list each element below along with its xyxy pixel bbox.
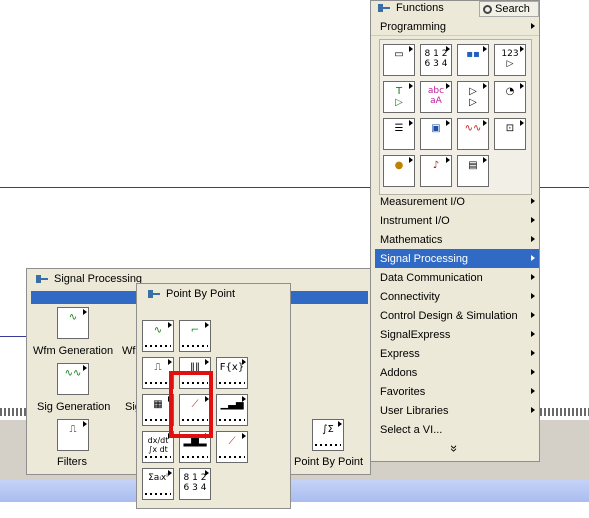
functions-palette: Functions Search Programming ▭ 8 1 26 3 … xyxy=(370,0,540,462)
point-by-point-icon[interactable]: ∫Σ xyxy=(312,419,344,451)
functions-title: Functions xyxy=(396,2,444,14)
pbp-interpolation-icon[interactable]: ⟋ xyxy=(216,431,248,463)
pbp-icon-grid: ∿ ⌐ ⎍ ‖‖ F{x} ▦ ⟋ ▁▃▅ dx/dt ∫x dt ▂▆▂ ⟋ Σ… xyxy=(142,312,287,507)
submenu-arrow-icon xyxy=(531,331,535,337)
menu-item[interactable]: Select a VI... xyxy=(375,420,539,439)
menu-item[interactable]: Measurement I/O xyxy=(375,192,539,211)
menu-item[interactable]: Data Communication xyxy=(375,268,539,287)
menu-item-label: SignalExpress xyxy=(380,328,451,341)
canvas-wire-right xyxy=(539,187,589,188)
dialog-icon[interactable]: ☰ xyxy=(383,118,415,150)
menu-item[interactable]: Addons xyxy=(375,363,539,382)
sig-generation-label: Sig Generation xyxy=(37,401,111,413)
search-button[interactable]: Search xyxy=(479,1,539,17)
menu-item-label: Express xyxy=(380,347,420,360)
menu-item-label: Instrument I/O xyxy=(380,214,450,227)
menu-item-label: Control Design & Simulation xyxy=(380,309,518,322)
point-by-point-title-bar[interactable]: Point By Point xyxy=(147,288,235,300)
pbp-sig-gen-icon[interactable]: ∿ xyxy=(142,320,174,352)
pbp-array-icon[interactable]: 8 1 26 3 4 xyxy=(179,468,211,500)
report-icon[interactable]: ▤ xyxy=(457,155,489,187)
boolean-icon[interactable]: T ▷ xyxy=(383,81,415,113)
pbp-transforms-icon[interactable]: F{x} xyxy=(216,357,248,389)
menu-item-label: Data Communication xyxy=(380,271,483,284)
submenu-arrow-icon xyxy=(531,217,535,223)
submenu-arrow-icon xyxy=(531,274,535,280)
search-label: Search xyxy=(495,3,530,15)
submenu-arrow-icon xyxy=(531,407,535,413)
app-control-icon[interactable]: ⊡ xyxy=(494,118,526,150)
menu-item-label: Signal Processing xyxy=(380,252,469,265)
menu-item-label: Select a VI... xyxy=(380,423,443,436)
menu-item[interactable]: Control Design & Simulation xyxy=(375,306,539,325)
submenu-arrow-icon xyxy=(531,350,535,356)
pbp-conditioning-icon[interactable]: ⌐ xyxy=(179,320,211,352)
menu-item[interactable]: Instrument I/O xyxy=(375,211,539,230)
menu-item[interactable]: Favorites xyxy=(375,382,539,401)
filters-icon[interactable]: ⎍ xyxy=(57,419,89,451)
comparison-icon[interactable]: ▷ ▷ xyxy=(457,81,489,113)
filters-label: Filters xyxy=(57,456,87,468)
menu-item[interactable]: SignalExpress xyxy=(375,325,539,344)
signal-processing-title-bar[interactable]: Signal Processing xyxy=(35,273,142,285)
cluster-icon[interactable]: ▪▪ xyxy=(457,44,489,76)
programming-label: Programming xyxy=(380,20,447,33)
menu-item-label: Connectivity xyxy=(380,290,440,303)
submenu-arrow-icon xyxy=(531,312,535,318)
numeric-icon[interactable]: 123 ▷ xyxy=(494,44,526,76)
menu-item-label: Addons xyxy=(380,366,418,379)
canvas-wire-top xyxy=(0,187,374,188)
magnifier-icon xyxy=(483,4,492,14)
selection-highlight xyxy=(169,371,213,438)
pbp-polynomial-icon[interactable]: Σaᵢxⁱ xyxy=(142,468,174,500)
submenu-arrow-icon xyxy=(531,369,535,375)
menu-item-label: User Libraries xyxy=(380,404,449,417)
submenu-arrow-icon xyxy=(531,293,535,299)
menu-item[interactable]: Express xyxy=(375,344,539,363)
programming-arrow-icon xyxy=(531,23,535,29)
canvas-wire-mid xyxy=(0,336,26,337)
menu-item-label: Favorites xyxy=(380,385,426,398)
canvas-scrollbar-band[interactable] xyxy=(0,480,589,502)
programming-header[interactable]: Programming xyxy=(371,18,539,36)
menu-item[interactable]: Connectivity xyxy=(375,287,539,306)
pin-icon[interactable] xyxy=(377,2,391,14)
timing-icon[interactable]: ◔ xyxy=(494,81,526,113)
waveform-icon[interactable]: ∿∿ xyxy=(457,118,489,150)
wfm-generation-label: Wfm Generation xyxy=(33,345,114,357)
menu-item[interactable]: Mathematics xyxy=(375,230,539,249)
signal-processing-title: Signal Processing xyxy=(54,273,143,285)
submenu-arrow-icon xyxy=(531,198,535,204)
array-icon[interactable]: 8 1 26 3 4 xyxy=(420,44,452,76)
menu-item[interactable]: User Libraries xyxy=(375,401,539,420)
more-chevron[interactable]: » xyxy=(447,445,462,452)
menu-item-label: Measurement I/O xyxy=(380,195,465,208)
file-io-icon[interactable]: ▣ xyxy=(420,118,452,150)
canvas-bottom-band xyxy=(0,502,589,518)
point-by-point-label: Point By Point xyxy=(294,456,364,468)
pin-icon[interactable] xyxy=(147,288,161,300)
menu-item[interactable]: Signal Processing xyxy=(375,249,539,268)
pin-icon[interactable] xyxy=(35,273,49,285)
submenu-arrow-icon xyxy=(531,388,535,394)
graphics-sound-icon[interactable]: ♪ xyxy=(420,155,452,187)
wf-label: Wf xyxy=(122,345,136,357)
pbp-probability-icon[interactable]: ▁▃▅ xyxy=(216,394,248,426)
submenu-arrow-icon xyxy=(531,236,535,242)
menu-item-label: Mathematics xyxy=(380,233,443,246)
sync-icon[interactable]: ● xyxy=(383,155,415,187)
functions-title-bar[interactable]: Functions xyxy=(377,2,444,14)
signal-generation-icon[interactable]: ∿∿ xyxy=(57,363,89,395)
structures-icon[interactable]: ▭ xyxy=(383,44,415,76)
waveform-generation-icon[interactable]: ∿ xyxy=(57,307,89,339)
point-by-point-palette: Point By Point ∿ ⌐ ⎍ ‖‖ F{x} ▦ ⟋ ▁▃▅ dx/… xyxy=(136,283,291,509)
string-icon[interactable]: abc aA xyxy=(420,81,452,113)
point-by-point-title: Point By Point xyxy=(166,288,236,300)
submenu-arrow-icon xyxy=(531,255,535,261)
programming-icon-grid: ▭ 8 1 26 3 4 ▪▪ 123 ▷ T ▷ abc aA ▷ ▷ ◔ ☰ ▣ ∿… xyxy=(379,39,532,195)
